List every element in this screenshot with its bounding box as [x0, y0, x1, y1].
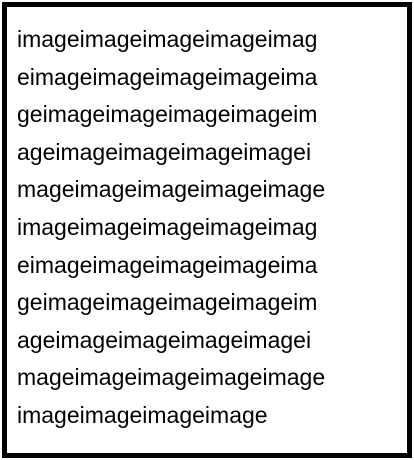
text-line: imageimageimageimageimag — [17, 213, 318, 240]
text-line: mageimageimageimageimage — [17, 176, 326, 203]
text-line: imageimageimageimageimag — [17, 26, 318, 52]
text-line: ageimageimageimageimagei — [17, 326, 312, 353]
text-line: ageimageimageimageimagei — [17, 138, 312, 165]
repeated-text-block: imageimageimageimageimag eimageimageimag… — [17, 21, 325, 435]
text-line: geimageimageimageimageim — [17, 101, 318, 128]
text-line: mageimageimageimageimage — [17, 364, 326, 391]
text-line: eimageimageimageimageima — [17, 63, 318, 90]
text-line: geimageimageimageimageim — [17, 289, 318, 316]
text-line: eimageimageimageimageima — [17, 251, 318, 278]
text-line: imageimageimageimage — [17, 401, 268, 428]
